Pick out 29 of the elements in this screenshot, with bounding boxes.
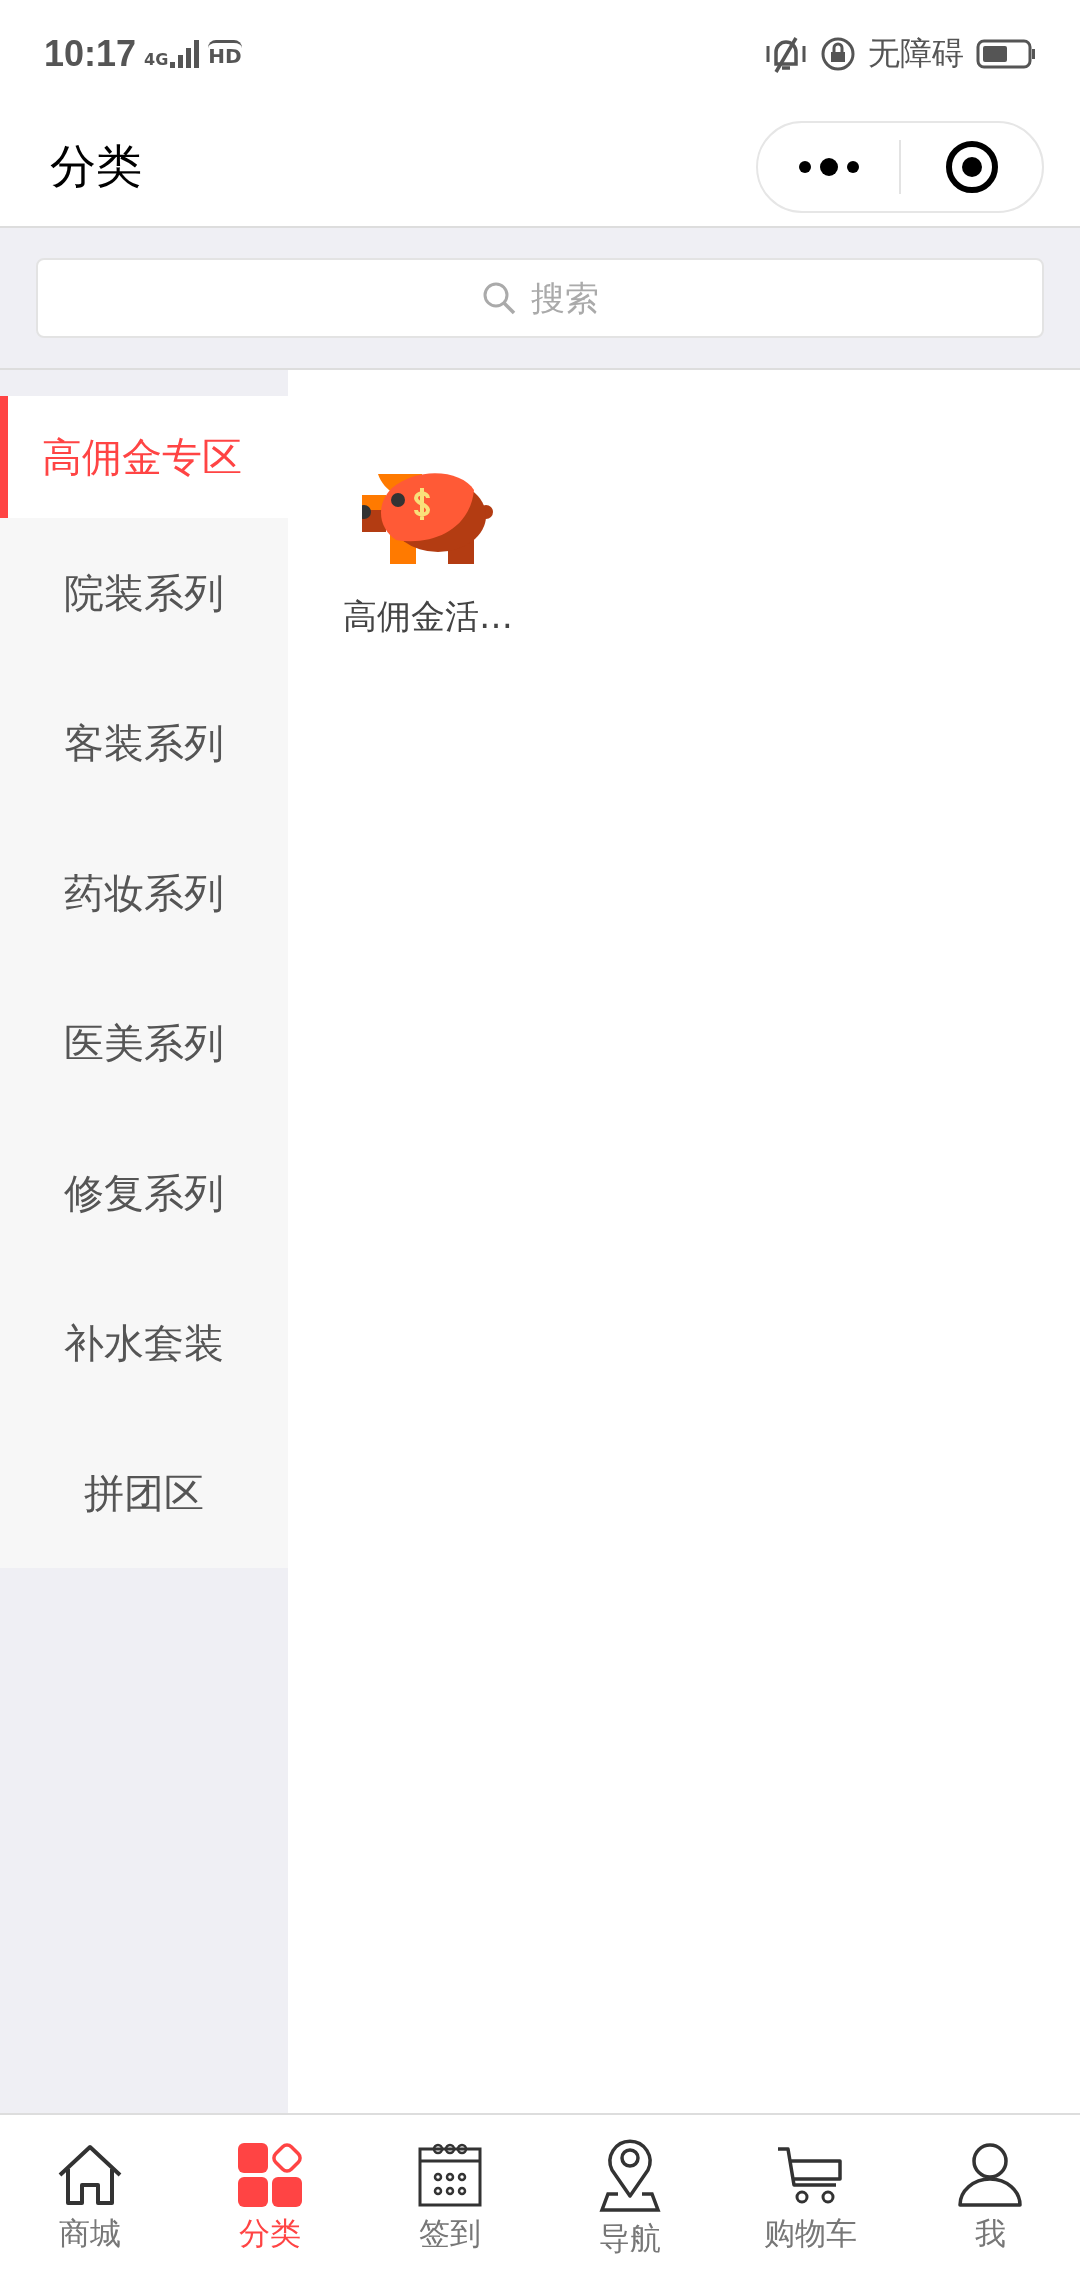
more-icon[interactable] (796, 157, 861, 177)
page-title: 分类 (50, 138, 142, 195)
battery-icon (976, 39, 1036, 69)
category-item[interactable]: 医美系列 (0, 968, 288, 1118)
tab-bar-item[interactable]: 导航 (540, 2115, 720, 2280)
piggy-bank-icon (362, 470, 494, 564)
category-item[interactable]: 修复系列 (0, 1118, 288, 1268)
accessibility-label: 无障碍 (868, 33, 964, 74)
search-field[interactable]: 搜索 (36, 258, 1044, 338)
network-type: 4G (144, 52, 169, 68)
tab-bar-item[interactable]: 购物车 (720, 2115, 900, 2280)
category-item[interactable]: 补水套装 (0, 1268, 288, 1418)
person-icon (956, 2140, 1024, 2209)
tab-bar-item[interactable]: 商城 (0, 2115, 180, 2280)
subcategory-label[interactable]: 高佣金活… (343, 594, 513, 640)
category-item[interactable]: 药妆系列 (0, 818, 288, 968)
signal-icon (170, 40, 201, 68)
search-icon (482, 281, 516, 315)
bell-muted-icon (764, 34, 808, 74)
status-time: 10:17 (44, 33, 137, 75)
category-item[interactable]: 客装系列 (0, 668, 288, 818)
tab-bar-item[interactable]: 我 (900, 2115, 1080, 2280)
rotation-lock-icon (820, 36, 856, 72)
category-item[interactable]: 院装系列 (0, 518, 288, 668)
close-target-icon[interactable] (944, 140, 999, 194)
hd-call-indicator: HD (208, 40, 242, 68)
category-item[interactable]: 拼团区 (0, 1418, 288, 1568)
tab-bar-item[interactable]: 签到 (360, 2115, 540, 2280)
grid-icon (236, 2140, 304, 2209)
